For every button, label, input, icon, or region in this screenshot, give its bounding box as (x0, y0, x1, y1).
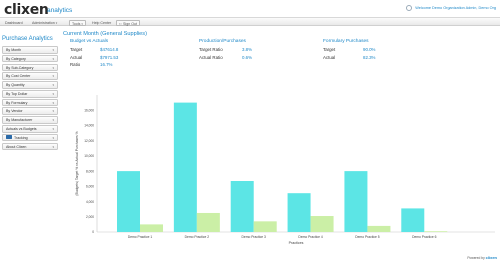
sidebar-item-by-manufacturer[interactable]: By Manufacturer ▾ (2, 116, 58, 124)
y-axis-label: (Budgets) Target % vs Actual Purchases % (75, 131, 79, 195)
bar-chart-svg: 0 2,000 4,000 6,000 8,000 10,000 12,000 14,000 1… (75, 95, 495, 245)
y-tick-label: 2,000 (86, 215, 94, 219)
sidebar-item-by-category[interactable]: By Category ▾ (2, 54, 58, 63)
bar (140, 224, 163, 232)
bar (173, 102, 197, 232)
y-tick-label: 10,000 (84, 154, 94, 158)
y-tick-label: 6,000 (86, 185, 94, 189)
y-tick-label: 14,000 (84, 124, 94, 128)
x-tick-label: Demo Practice 2 (185, 235, 210, 239)
sidebar-item-about-clixen[interactable]: About Clixen ▾ (2, 142, 58, 151)
sidebar-item-by-vendor[interactable]: By Vendor ▾ (2, 107, 58, 116)
x-tick-label: Demo Practice 6 (412, 235, 437, 239)
bar (344, 171, 368, 232)
y-tick-label: 0 (92, 230, 94, 234)
chevron-down-icon: ▾ (52, 118, 54, 123)
nav-administration[interactable]: Administration▾ (30, 20, 59, 26)
sidebar-item-by-month[interactable]: By Month ▾ (2, 46, 58, 54)
y-tick-label: 16,000 (84, 108, 94, 112)
x-tick-label: Demo Practice 4 (298, 235, 323, 239)
nav-tools[interactable]: Tools▾ (69, 19, 86, 26)
sidebar-item-by-sub-category[interactable]: By Sub-Category ▾ (2, 63, 58, 72)
metric-row: Target 90.0% (323, 47, 376, 52)
bar (367, 225, 391, 232)
bar (230, 181, 254, 232)
x-tick-label: Demo Practice 1 (128, 235, 153, 239)
practices-bar-chart: 0 2,000 4,000 6,000 8,000 10,000 12,000 14,000 1… (70, 92, 498, 250)
logo-subtitle: analytics (47, 7, 73, 14)
nav-dashboard[interactable]: Dashboard (3, 20, 25, 26)
sidebar-title: Purchase Analytics (2, 36, 53, 42)
production-purchases-panel: Production/Purchases Target Ratio 3.8% Ac… (199, 39, 252, 62)
clixen-logo[interactable]: clixen (4, 2, 49, 18)
chevron-down-icon: ▾ (81, 21, 83, 26)
metric-row: Actual 82.3% (323, 54, 376, 60)
panel-heading: Production/Purchases (199, 39, 246, 44)
sidebar-item-actuals-vs-budgets[interactable]: Actuals vs Budgets ▾ (2, 125, 58, 133)
bar (253, 221, 277, 232)
sidebar-item-by-top-dollar[interactable]: By Top Dollar ▾ (2, 89, 58, 98)
sidebar-item-by-quantity[interactable]: By Quantity ▾ (2, 81, 58, 89)
x-axis-label: Practices (289, 241, 304, 245)
metric-row: Target Ratio 3.8% (199, 47, 253, 52)
main-nav: Dashboard Administration▾ Tools▾ Help Ce… (0, 17, 500, 26)
tracking-icon (6, 135, 12, 140)
y-tick-label: 12,000 (84, 139, 94, 143)
bar (310, 216, 334, 232)
budget-vs-actuals-panel: Budget vs Actuals Target $47614.8 Actual $… (70, 39, 118, 70)
user-icon (406, 5, 413, 11)
y-tick-label: 4,000 (86, 200, 94, 204)
metric-row: Actual Ratio 0.6% (199, 54, 253, 60)
x-tick-label: Demo Practice 5 (355, 235, 380, 239)
chevron-down-icon: ▾ (52, 144, 54, 149)
bar (196, 212, 220, 232)
bar (424, 231, 448, 232)
chevron-down-icon: ▾ (52, 65, 54, 70)
y-tick-label: 8,000 (86, 169, 94, 173)
nav-sign-out[interactable]: ⇦ Sign Out (116, 19, 140, 26)
chevron-down-icon: ▾ (52, 56, 54, 61)
chevron-down-icon: ▾ (52, 127, 54, 132)
bar (117, 171, 140, 232)
panel-heading: Formulary Purchases (323, 39, 369, 44)
chevron-down-icon: ▾ (52, 109, 54, 114)
footer: Powered by clixen (467, 255, 497, 260)
nav-help-center[interactable]: Help Center (90, 20, 113, 26)
sidebar: Purchase Analytics By Month ▾ By Category… (2, 36, 58, 151)
sidebar-item-by-formulary[interactable]: By Formulary ▾ (2, 98, 58, 107)
x-tick-label: Demo Practice 3 (242, 235, 267, 239)
chevron-down-icon: ▾ (52, 83, 54, 88)
chevron-down-icon: ▾ (52, 91, 54, 96)
chevron-down-icon: ▾ (52, 48, 54, 52)
footer-logo: clixen (485, 255, 497, 260)
welcome-message: Welcome Demo Organization Admin, Demo Or… (406, 5, 496, 11)
panel-heading: Budget vs Actuals (70, 39, 109, 44)
metric-row: Ratio 16.7% (70, 62, 113, 68)
bar (401, 208, 425, 232)
bar (287, 193, 311, 232)
page-title: Current Month (General Supplies) (63, 31, 147, 37)
chevron-down-icon: ▾ (55, 20, 58, 25)
metric-row: Actual $7971.53 (70, 54, 119, 60)
chevron-down-icon: ▾ (52, 135, 54, 140)
sidebar-item-tracking[interactable]: Tracking ▾ (2, 133, 58, 142)
sidebar-item-by-cost-center[interactable]: By Cost Center ▾ (2, 72, 58, 80)
formulary-purchases-panel: Formulary Purchases Target 90.0% Actual 82… (323, 39, 375, 62)
chevron-down-icon: ▾ (52, 100, 54, 105)
metric-row: Target $47614.8 (70, 47, 119, 52)
chevron-down-icon: ▾ (52, 74, 54, 79)
